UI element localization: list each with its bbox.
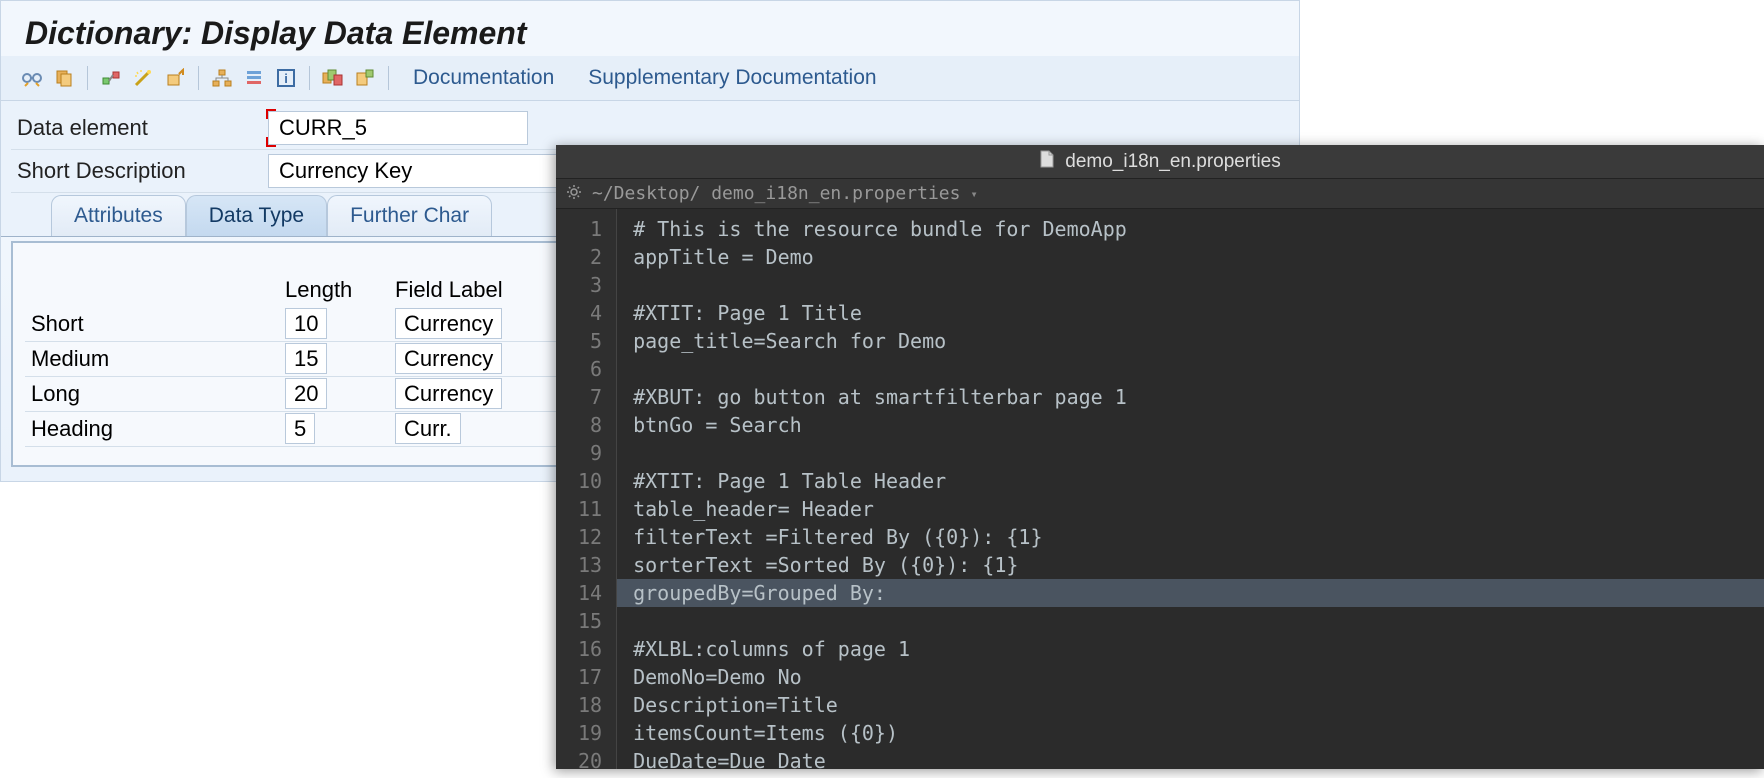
append-icon[interactable] [352,66,378,90]
editor-pathbar: ~/Desktop/ demo_i18n_en.properties ▾ [556,179,1764,209]
toolbar-separator [198,66,199,90]
fieldlabel-field[interactable]: Currency [395,343,502,374]
code-line[interactable]: DemoNo=Demo No [633,663,1748,691]
code-line[interactable]: page_title=Search for Demo [633,327,1748,355]
tab-data-type[interactable]: Data Type [186,195,327,236]
code-line[interactable]: DueDate=Due Date [633,747,1748,775]
glasses-icon[interactable] [19,66,45,90]
code-line[interactable] [633,439,1748,467]
code-line[interactable]: #XTIT: Page 1 Title [633,299,1748,327]
toolbar-separator [309,66,310,90]
toolbar-separator [388,66,389,90]
editor-body: 1234567891011121314151617181920 # This i… [556,209,1764,769]
file-icon [1039,150,1055,173]
short-desc-label: Short Description [13,158,268,184]
tab-further[interactable]: Further Char [327,195,492,236]
length-field[interactable]: 10 [285,308,327,339]
code-line[interactable]: #XBUT: go button at smartfilterbar page … [633,383,1748,411]
activate-icon[interactable] [98,66,124,90]
editor-path[interactable]: ~/Desktop/ demo_i18n_en.properties [592,183,960,204]
hierarchy-icon[interactable] [209,66,235,90]
wand-icon[interactable] [130,66,156,90]
code-line[interactable]: table_header= Header [633,495,1748,523]
documentation-button[interactable]: Documentation [399,64,568,92]
length-field[interactable]: 20 [285,378,327,409]
code-line[interactable]: # This is the resource bundle for DemoAp… [633,215,1748,243]
editor-filename: demo_i18n_en.properties [1065,151,1281,173]
col-length: Length [285,277,395,303]
code-line[interactable] [633,271,1748,299]
chevron-down-icon[interactable]: ▾ [970,187,977,201]
code-editor-window: demo_i18n_en.properties ~/Desktop/ demo_… [556,145,1764,769]
toolbar-separator [87,66,88,90]
export-icon[interactable] [162,66,188,90]
code-line[interactable]: appTitle = Demo [633,243,1748,271]
fieldlabel-field[interactable]: Currency [395,378,502,409]
code-line[interactable]: groupedBy=Grouped By: [617,579,1764,607]
supplementary-doc-button[interactable]: Supplementary Documentation [574,64,890,92]
code-line[interactable]: sorterText =Sorted By ({0}): {1} [633,551,1748,579]
stack-icon[interactable] [241,66,267,90]
fieldlabel-field[interactable]: Curr. [395,413,461,444]
row-label: Medium [25,346,285,372]
data-element-label: Data element [13,115,268,141]
row-label: Short [25,311,285,337]
multi-copy-icon[interactable] [320,66,346,90]
row-label: Heading [25,416,285,442]
sap-toolbar: i Documentation Supplementary Documentat… [1,56,1299,101]
info-icon[interactable]: i [273,66,299,90]
code-area[interactable]: # This is the resource bundle for DemoAp… [617,209,1764,769]
fieldlabel-field[interactable]: Currency [395,308,502,339]
code-line[interactable]: btnGo = Search [633,411,1748,439]
tab-attributes[interactable]: Attributes [51,195,186,236]
code-line[interactable]: filterText =Filtered By ({0}): {1} [633,523,1748,551]
data-element-field[interactable]: CURR_5 [268,111,528,145]
code-line[interactable] [633,607,1748,635]
copy-icon[interactable] [51,66,77,90]
code-line[interactable] [633,355,1748,383]
svg-text:i: i [284,71,288,86]
code-line[interactable]: Description=Title [633,691,1748,719]
code-line[interactable]: #XTIT: Page 1 Table Header [633,467,1748,495]
gear-icon[interactable] [566,184,582,204]
line-gutter: 1234567891011121314151617181920 [556,209,617,769]
code-line[interactable]: itemsCount=Items ({0}) [633,719,1748,747]
row-label: Long [25,381,285,407]
code-line[interactable]: #XLBL:columns of page 1 [633,635,1748,663]
short-desc-field[interactable]: Currency Key [268,154,588,188]
length-field[interactable]: 15 [285,343,327,374]
page-title: Dictionary: Display Data Element [1,1,1299,56]
length-field[interactable]: 5 [285,413,315,444]
editor-titlebar: demo_i18n_en.properties [556,145,1764,179]
